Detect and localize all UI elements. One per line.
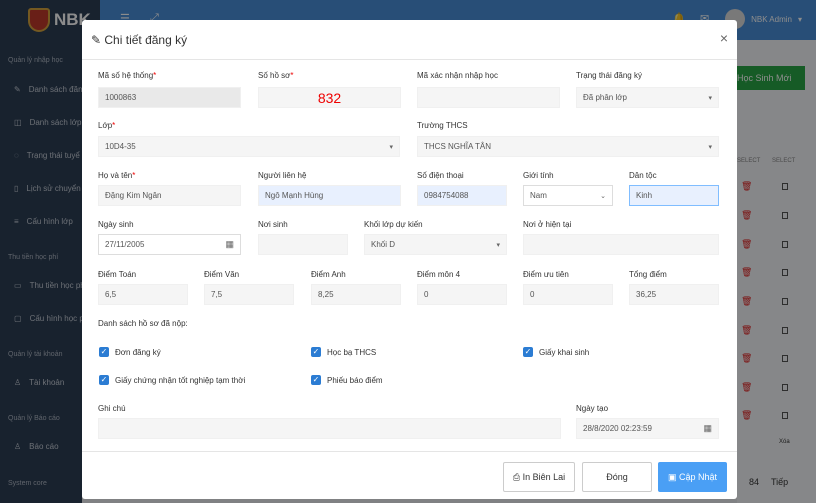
chevron-down-icon: ▾ [708,95,712,102]
doc-label: Học bạ THCS [327,348,377,357]
chevron-down-icon: ⌄ [600,193,606,200]
doc-checkbox[interactable]: ✓ [311,375,321,385]
phone-label: Số điện thoại [417,171,464,180]
math-label: Điểm Toán [98,270,137,279]
class-label: Lớp* [98,121,116,130]
doc-checkbox[interactable]: ✓ [99,375,109,385]
total-label: Tổng điểm [629,270,667,279]
gender-select[interactable]: Nam ⌄ [523,185,613,206]
doc-checkbox[interactable]: ✓ [523,347,533,357]
class-group-select[interactable]: Khối D ▾ [364,234,507,255]
school-select[interactable]: THCS NGHĨA TÂN ▾ [417,136,719,157]
eng-field[interactable]: 8,25 [311,284,401,305]
note-textarea[interactable] [98,418,561,439]
address-label: Nơi ở hiện tại [523,220,572,229]
math-field[interactable]: 6,5 [98,284,188,305]
doc-checkbox[interactable]: ✓ [99,347,109,357]
confirm-code-field[interactable] [417,87,560,108]
fullname-label: Họ và tên* [98,171,136,180]
doc-checkbox[interactable]: ✓ [311,347,321,357]
documents-label: Danh sách hồ sơ đã nộp: [98,319,188,328]
note-label: Ghi chú [98,404,126,413]
calendar-icon[interactable]: ▦ [225,239,234,250]
close-button[interactable]: Đóng [582,462,652,492]
print-receipt-button[interactable]: ⎙ In Biên Lai [503,462,575,492]
phone-field[interactable]: 0984754088 [417,185,507,206]
reg-status-label: Trạng thái đăng ký [576,71,642,80]
contact-field[interactable]: Ngô Mạnh Hùng [258,185,401,206]
ethnic-field[interactable]: Kinh [629,185,719,206]
sub4-field[interactable]: 0 [417,284,507,305]
birthplace-label: Nơi sinh [258,220,288,229]
close-icon[interactable]: × [720,30,728,46]
doc-label: Giấy khai sinh [539,348,590,357]
dossier-no-field[interactable]: 832 [258,87,401,108]
update-button[interactable]: ▣ Cập Nhật [658,462,727,492]
system-id-field[interactable]: 1000863 [98,87,241,108]
registration-detail-modal: ✎ Chi tiết đăng ký × Mã số hệ thống* 100… [82,20,737,499]
created-field[interactable]: 28/8/2020 02:23:59 ▦ [576,418,719,439]
lit-field[interactable]: 7,5 [204,284,294,305]
created-label: Ngày tạo [576,404,609,413]
save-icon: ▣ [667,471,679,482]
sub4-label: Điểm môn 4 [417,270,461,279]
doc-label: Phiếu báo điểm [327,376,383,385]
priority-label: Điểm ưu tiên [523,270,569,279]
ethnic-label: Dân tộc [629,171,657,180]
priority-field[interactable]: 0 [523,284,613,305]
modal-footer: ⎙ In Biên Lai Đóng ▣ Cập Nhật [82,451,737,499]
reg-status-select[interactable]: Đã phân lớp ▾ [576,87,719,108]
contact-label: Người liên hệ [258,171,307,180]
chevron-down-icon: ▾ [389,144,393,151]
doc-label: Đơn đăng ký [115,348,161,357]
dossier-no-label: Số hồ sơ* [258,71,294,80]
gender-label: Giới tính [523,171,554,180]
printer-icon: ⎙ [512,471,523,482]
modal-title: ✎ Chi tiết đăng ký [91,33,188,47]
dob-label: Ngày sinh [98,220,134,229]
class-select[interactable]: 10D4-35 ▾ [98,136,400,157]
total-field[interactable]: 36,25 [629,284,719,305]
chevron-down-icon: ▾ [496,242,500,249]
calendar-icon[interactable]: ▦ [703,423,712,434]
eng-label: Điểm Anh [311,270,346,279]
fullname-field[interactable]: Đặng Kim Ngân [98,185,241,206]
modal-header: ✎ Chi tiết đăng ký × [82,20,737,60]
edit-icon: ✎ [91,33,105,47]
address-field[interactable] [523,234,719,255]
chevron-down-icon: ▾ [708,144,712,151]
dob-field[interactable]: 27/11/2005 ▦ [98,234,241,255]
system-id-label: Mã số hệ thống* [98,71,157,80]
confirm-code-label: Mã xác nhận nhập học [417,71,498,80]
birthplace-field[interactable] [258,234,348,255]
lit-label: Điểm Văn [204,270,240,279]
school-label: Trường THCS [417,121,468,130]
class-group-label: Khối lớp dự kiến [364,220,423,229]
doc-label: Giấy chứng nhận tốt nghiệp tạm thời [115,376,246,385]
